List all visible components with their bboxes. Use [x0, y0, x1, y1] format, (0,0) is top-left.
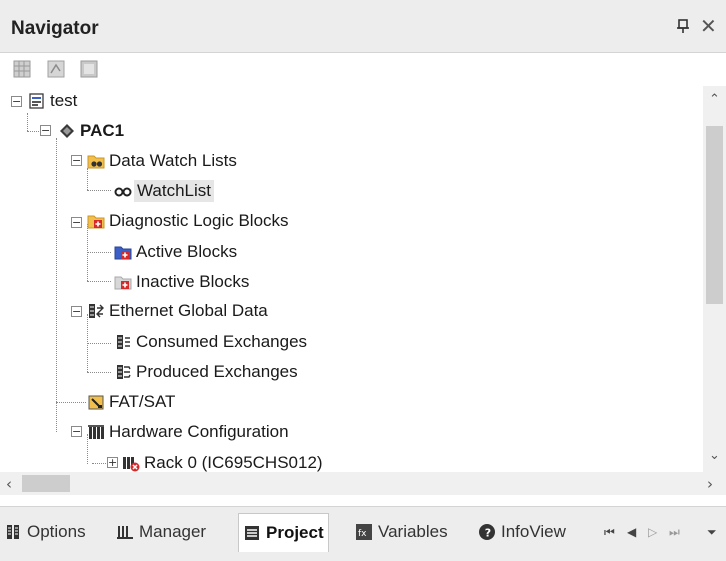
variables-icon: fx [356, 524, 372, 540]
tab-project[interactable]: Project [238, 513, 329, 552]
project-tree: − − − − − − + test PAC1 Data Watch Lists [0, 86, 703, 472]
tree-connector [87, 281, 111, 282]
egd-icon [89, 304, 104, 318]
tree-connector [27, 113, 28, 131]
tree-item-fat-sat[interactable]: FAT/SAT [87, 389, 175, 415]
collapse-toggle[interactable]: − [11, 96, 22, 107]
next-tab-icon[interactable]: ▷ [648, 525, 657, 539]
tree-item-diagnostic-logic-blocks[interactable]: Diagnostic Logic Blocks [87, 208, 289, 234]
list-view-icon[interactable] [80, 60, 98, 78]
tree-item-produced-exchanges[interactable]: Produced Exchanges [114, 359, 298, 385]
options-icon [7, 525, 19, 539]
project-tab-icon [245, 526, 259, 540]
properties-icon[interactable] [47, 60, 65, 78]
tree-connector [87, 252, 111, 253]
scroll-down-icon[interactable]: ⌄ [709, 448, 720, 463]
vertical-scroll-thumb[interactable] [706, 126, 723, 304]
manager-icon [117, 526, 133, 539]
tree-item-rack-0[interactable]: Rack 0 (IC695CHS012) [122, 450, 323, 472]
navigator-title-bar: Navigator ✕ [0, 0, 726, 53]
tab-manager[interactable]: Manager [112, 515, 210, 549]
scroll-right-icon[interactable]: › [707, 475, 713, 493]
collapse-toggle[interactable]: − [71, 426, 82, 437]
inactive-blocks-folder-icon [114, 276, 132, 290]
watch-folder-icon [87, 155, 105, 169]
tree-connector [92, 463, 106, 464]
last-tab-icon[interactable]: ⏭ [669, 525, 680, 540]
navigator-tab-strip: Options Manager Project fx Variables ? I… [0, 506, 726, 561]
produced-exchange-icon [117, 365, 131, 379]
collapse-toggle[interactable]: − [71, 306, 82, 317]
glasses-icon [114, 187, 132, 197]
tree-connector [56, 402, 86, 403]
pin-icon[interactable] [676, 19, 690, 33]
tab-infoview[interactable]: ? InfoView [474, 515, 570, 549]
tree-item-active-blocks[interactable]: Active Blocks [114, 239, 237, 265]
svg-text:fx: fx [358, 529, 367, 539]
horizontal-scrollbar[interactable]: ‹ › [0, 472, 726, 495]
project-icon [29, 93, 44, 109]
tab-variables[interactable]: fx Variables [351, 515, 452, 549]
panel-title: Navigator [11, 18, 99, 39]
active-blocks-folder-icon [114, 246, 132, 260]
tree-item-data-watch-lists[interactable]: Data Watch Lists [87, 148, 237, 174]
horizontal-scroll-thumb[interactable] [22, 475, 70, 492]
infoview-icon: ? [479, 524, 495, 540]
collapse-toggle[interactable]: − [40, 125, 51, 136]
scroll-up-icon[interactable]: ⌃ [709, 92, 720, 107]
tree-item-watchlist[interactable]: WatchList [114, 178, 215, 204]
collapse-toggle[interactable]: − [71, 217, 82, 228]
rack-error-icon [123, 457, 140, 472]
expand-toggle[interactable]: + [107, 457, 118, 468]
previous-tab-icon[interactable]: ◀ [627, 525, 636, 539]
tree-item-consumed-exchanges[interactable]: Consumed Exchanges [114, 329, 307, 355]
tree-item-ethernet-global-data[interactable]: Ethernet Global Data [87, 298, 268, 324]
grid-view-icon[interactable] [13, 60, 31, 78]
svg-text:?: ? [485, 527, 491, 540]
vertical-scrollbar[interactable]: ⌃ ⌄ [703, 86, 726, 472]
tree-connector [87, 372, 111, 373]
consumed-exchange-icon [117, 335, 130, 349]
tab-options[interactable]: Options [0, 515, 90, 549]
close-icon[interactable]: ✕ [700, 14, 717, 39]
fat-sat-icon [88, 395, 104, 410]
hardware-icon [88, 425, 104, 439]
collapse-toggle[interactable]: − [71, 155, 82, 166]
tree-item-inactive-blocks[interactable]: Inactive Blocks [114, 269, 249, 295]
tree-item-pac1[interactable]: PAC1 [58, 118, 124, 144]
tree-connector [56, 138, 57, 432]
navigator-toolbar [0, 53, 726, 85]
tree-item-hardware-configuration[interactable]: Hardware Configuration [87, 419, 289, 445]
dlb-folder-icon [87, 215, 105, 229]
tree-connector [87, 190, 111, 191]
first-tab-icon[interactable]: ⏮ [604, 525, 615, 540]
scroll-left-icon[interactable]: ‹ [6, 475, 12, 493]
tree-connector [87, 343, 111, 344]
tab-list-menu-icon[interactable]: ⏷ [707, 525, 717, 540]
tree-item-test[interactable]: test [28, 88, 77, 114]
target-diamond-icon [60, 124, 74, 138]
